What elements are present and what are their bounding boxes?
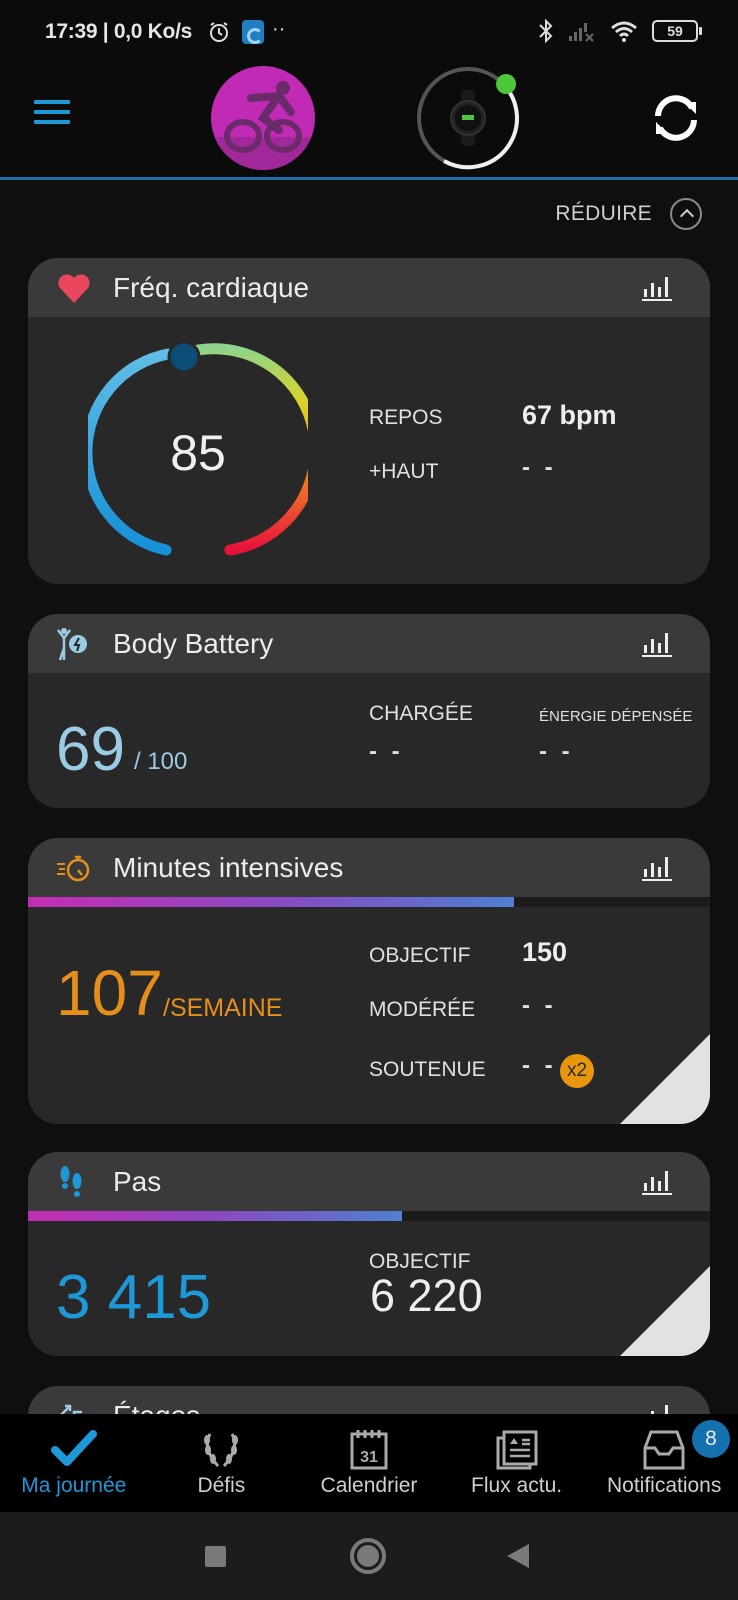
status-time: 17:39 | 0,0 Ko/s (45, 20, 192, 43)
card-title: Minutes intensives (113, 852, 344, 883)
card-header: Body Battery (28, 614, 710, 673)
calendar-icon: 31 (350, 1430, 388, 1470)
nav-calendar[interactable]: 31 Calendrier (295, 1414, 443, 1512)
bar-chart-icon[interactable] (642, 631, 674, 657)
body-battery-card[interactable]: Body Battery 69 / 100 CHARGÉE - - ÉNERGI… (28, 614, 710, 808)
rest-hr-value: 67 bpm (522, 400, 617, 430)
watch-icon (450, 90, 486, 146)
intensity-minutes-value: 107 (56, 957, 163, 1029)
moderate-label: MODÉRÉE (369, 998, 476, 1021)
activity-avatar-button[interactable] (211, 66, 315, 170)
laurel-icon (204, 1433, 239, 1467)
app-notification-icon (242, 20, 264, 44)
high-hr-label: +HAUT (369, 460, 439, 483)
steps-card[interactable]: Pas 3 415 OBJECTIF 6 220 (28, 1152, 710, 1356)
bar-chart-icon[interactable] (642, 275, 674, 301)
card-title: Body Battery (113, 628, 274, 659)
card-title: Fréq. cardiaque (113, 272, 310, 303)
footprints-icon (60, 1166, 82, 1197)
battery-icon: 59 (652, 20, 702, 42)
device-connected-dot (496, 74, 516, 94)
nav-label: Ma journée (21, 1474, 127, 1497)
heart-icon (58, 274, 90, 303)
nav-my-day[interactable]: Ma journée (0, 1414, 148, 1512)
checkmark-icon (50, 1430, 97, 1466)
card-header: Pas (28, 1152, 710, 1211)
nav-challenges[interactable]: Défis (148, 1414, 296, 1512)
nav-label: Défis (197, 1474, 246, 1497)
intensity-minutes-unit: /SEMAINE (163, 994, 283, 1022)
card-title: Pas (113, 1166, 162, 1197)
body-battery-max: / 100 (134, 748, 188, 775)
drained-value: - - (539, 738, 574, 765)
hamburger-menu-icon[interactable] (34, 100, 70, 128)
multiplier-badge: x2 (560, 1054, 594, 1088)
body-battery-value: 69 (56, 715, 125, 784)
home-icon[interactable] (350, 1538, 386, 1574)
steps-value: 3 415 (56, 1263, 212, 1332)
alarm-icon (210, 22, 228, 42)
nav-label: Flux actu. (471, 1474, 563, 1497)
goal-value: 150 (522, 937, 568, 967)
cell-signal-off-icon (569, 23, 594, 42)
nav-label: Calendrier (320, 1474, 418, 1497)
corner-fold (620, 1034, 710, 1124)
bottom-navigation: Ma journée Défis 31 Calendrier Flux actu… (0, 1414, 738, 1512)
status-bar: 17:39 | 0,0 Ko/s ·· 59 (0, 0, 738, 62)
system-navigation-bar (0, 1512, 738, 1600)
card-header: Minutes intensives (28, 838, 710, 897)
chevron-up-icon (670, 198, 702, 230)
more-dots-icon: ·· (272, 18, 286, 40)
nav-label: Notifications (606, 1474, 722, 1497)
bar-chart-icon[interactable] (642, 855, 674, 881)
gauge-marker (167, 340, 201, 374)
charged-label: CHARGÉE (369, 702, 473, 725)
progress-fill (28, 1211, 403, 1221)
steps-goal-value: 6 220 (370, 1270, 483, 1321)
rest-hr-label: REPOS (369, 406, 443, 429)
heart-rate-current: 85 (170, 425, 226, 481)
sync-icon[interactable] (648, 90, 704, 146)
intensity-progress-bar (28, 897, 710, 907)
app-header (0, 62, 738, 180)
wifi-icon (611, 21, 637, 42)
heart-rate-card[interactable]: Fréq. cardiaque 85 REPOS 67 bpm +HAUT - … (28, 258, 710, 584)
corner-fold (620, 1266, 710, 1356)
back-icon[interactable] (507, 1544, 529, 1568)
bar-chart-icon[interactable] (642, 1169, 674, 1195)
goal-label: OBJECTIF (369, 944, 471, 967)
high-hr-value: - - (522, 454, 557, 481)
moderate-value: - - (522, 992, 557, 1019)
card-header: Fréq. cardiaque (28, 258, 710, 317)
body-battery-icon (57, 628, 87, 661)
cycling-icon (224, 81, 302, 153)
inbox-icon (643, 1430, 685, 1470)
vigorous-label: SOUTENUE (369, 1058, 486, 1081)
collapse-label: RÉDUIRE (555, 202, 652, 225)
steps-progress-bar (28, 1211, 710, 1221)
drained-label: ÉNERGIE DÉPENSÉE (539, 708, 693, 725)
vigorous-value: - - (522, 1052, 557, 1079)
progress-fill (28, 897, 515, 907)
nav-newsfeed[interactable]: Flux actu. (443, 1414, 591, 1512)
intensity-minutes-card[interactable]: Minutes intensives 107 /SEMAINE OBJECTIF… (28, 838, 710, 1124)
recent-apps-icon[interactable] (205, 1546, 226, 1567)
notifications-badge: 8 (692, 1420, 730, 1458)
calendar-day: 31 (360, 1449, 378, 1466)
device-status-button[interactable] (414, 64, 522, 172)
charged-value: - - (369, 738, 404, 765)
stopwatch-icon (57, 855, 90, 882)
newsfeed-icon (496, 1430, 538, 1470)
bluetooth-icon (539, 18, 553, 44)
collapse-button[interactable]: RÉDUIRE (555, 198, 702, 230)
